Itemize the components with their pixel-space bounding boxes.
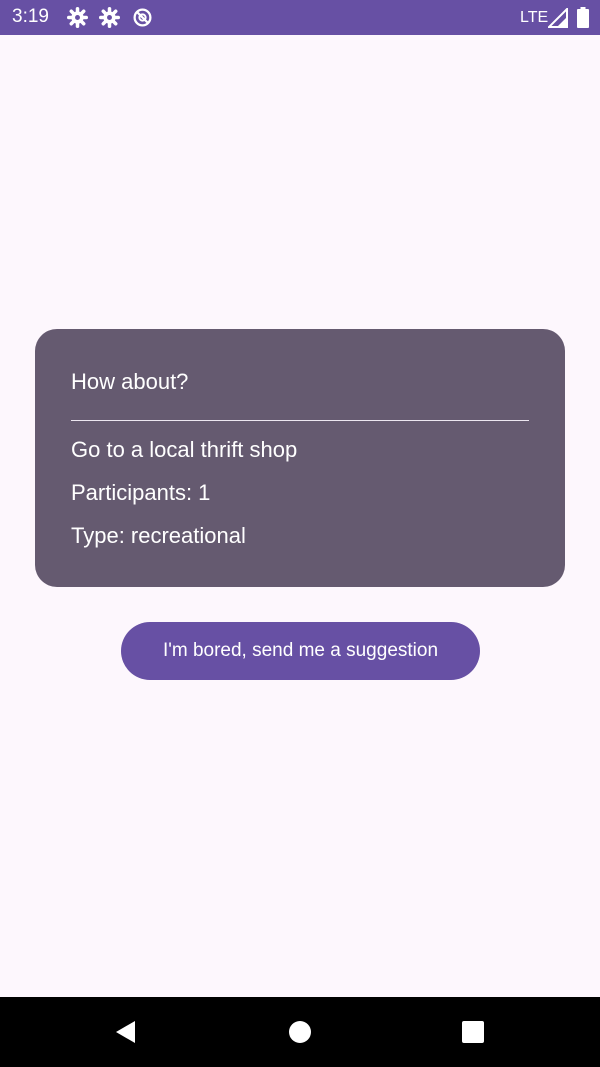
suggestion-card: How about? Go to a local thrift shop Par…: [35, 329, 565, 587]
recents-icon[interactable]: [461, 1020, 485, 1044]
settings-icon: [99, 7, 120, 28]
network-label: LTE: [520, 9, 549, 26]
back-icon[interactable]: [114, 1020, 138, 1044]
settings-icon: [67, 7, 88, 28]
navigation-bar: [0, 997, 600, 1067]
suggest-button[interactable]: I'm bored, send me a suggestion: [121, 622, 480, 680]
battery-icon: [577, 7, 589, 28]
card-heading: How about?: [71, 369, 189, 394]
signal-icon: [548, 8, 568, 28]
sync-disabled-icon: [132, 7, 153, 28]
activity-text: Go to a local thrift shop: [71, 437, 298, 462]
status-time: 3:19: [12, 6, 49, 27]
card-divider: [71, 420, 529, 421]
home-icon[interactable]: [288, 1020, 312, 1044]
status-bar: 3:19 LTE: [0, 0, 600, 35]
type-text: Type: recreational: [71, 523, 246, 548]
participants-text: Participants: 1: [71, 480, 211, 505]
